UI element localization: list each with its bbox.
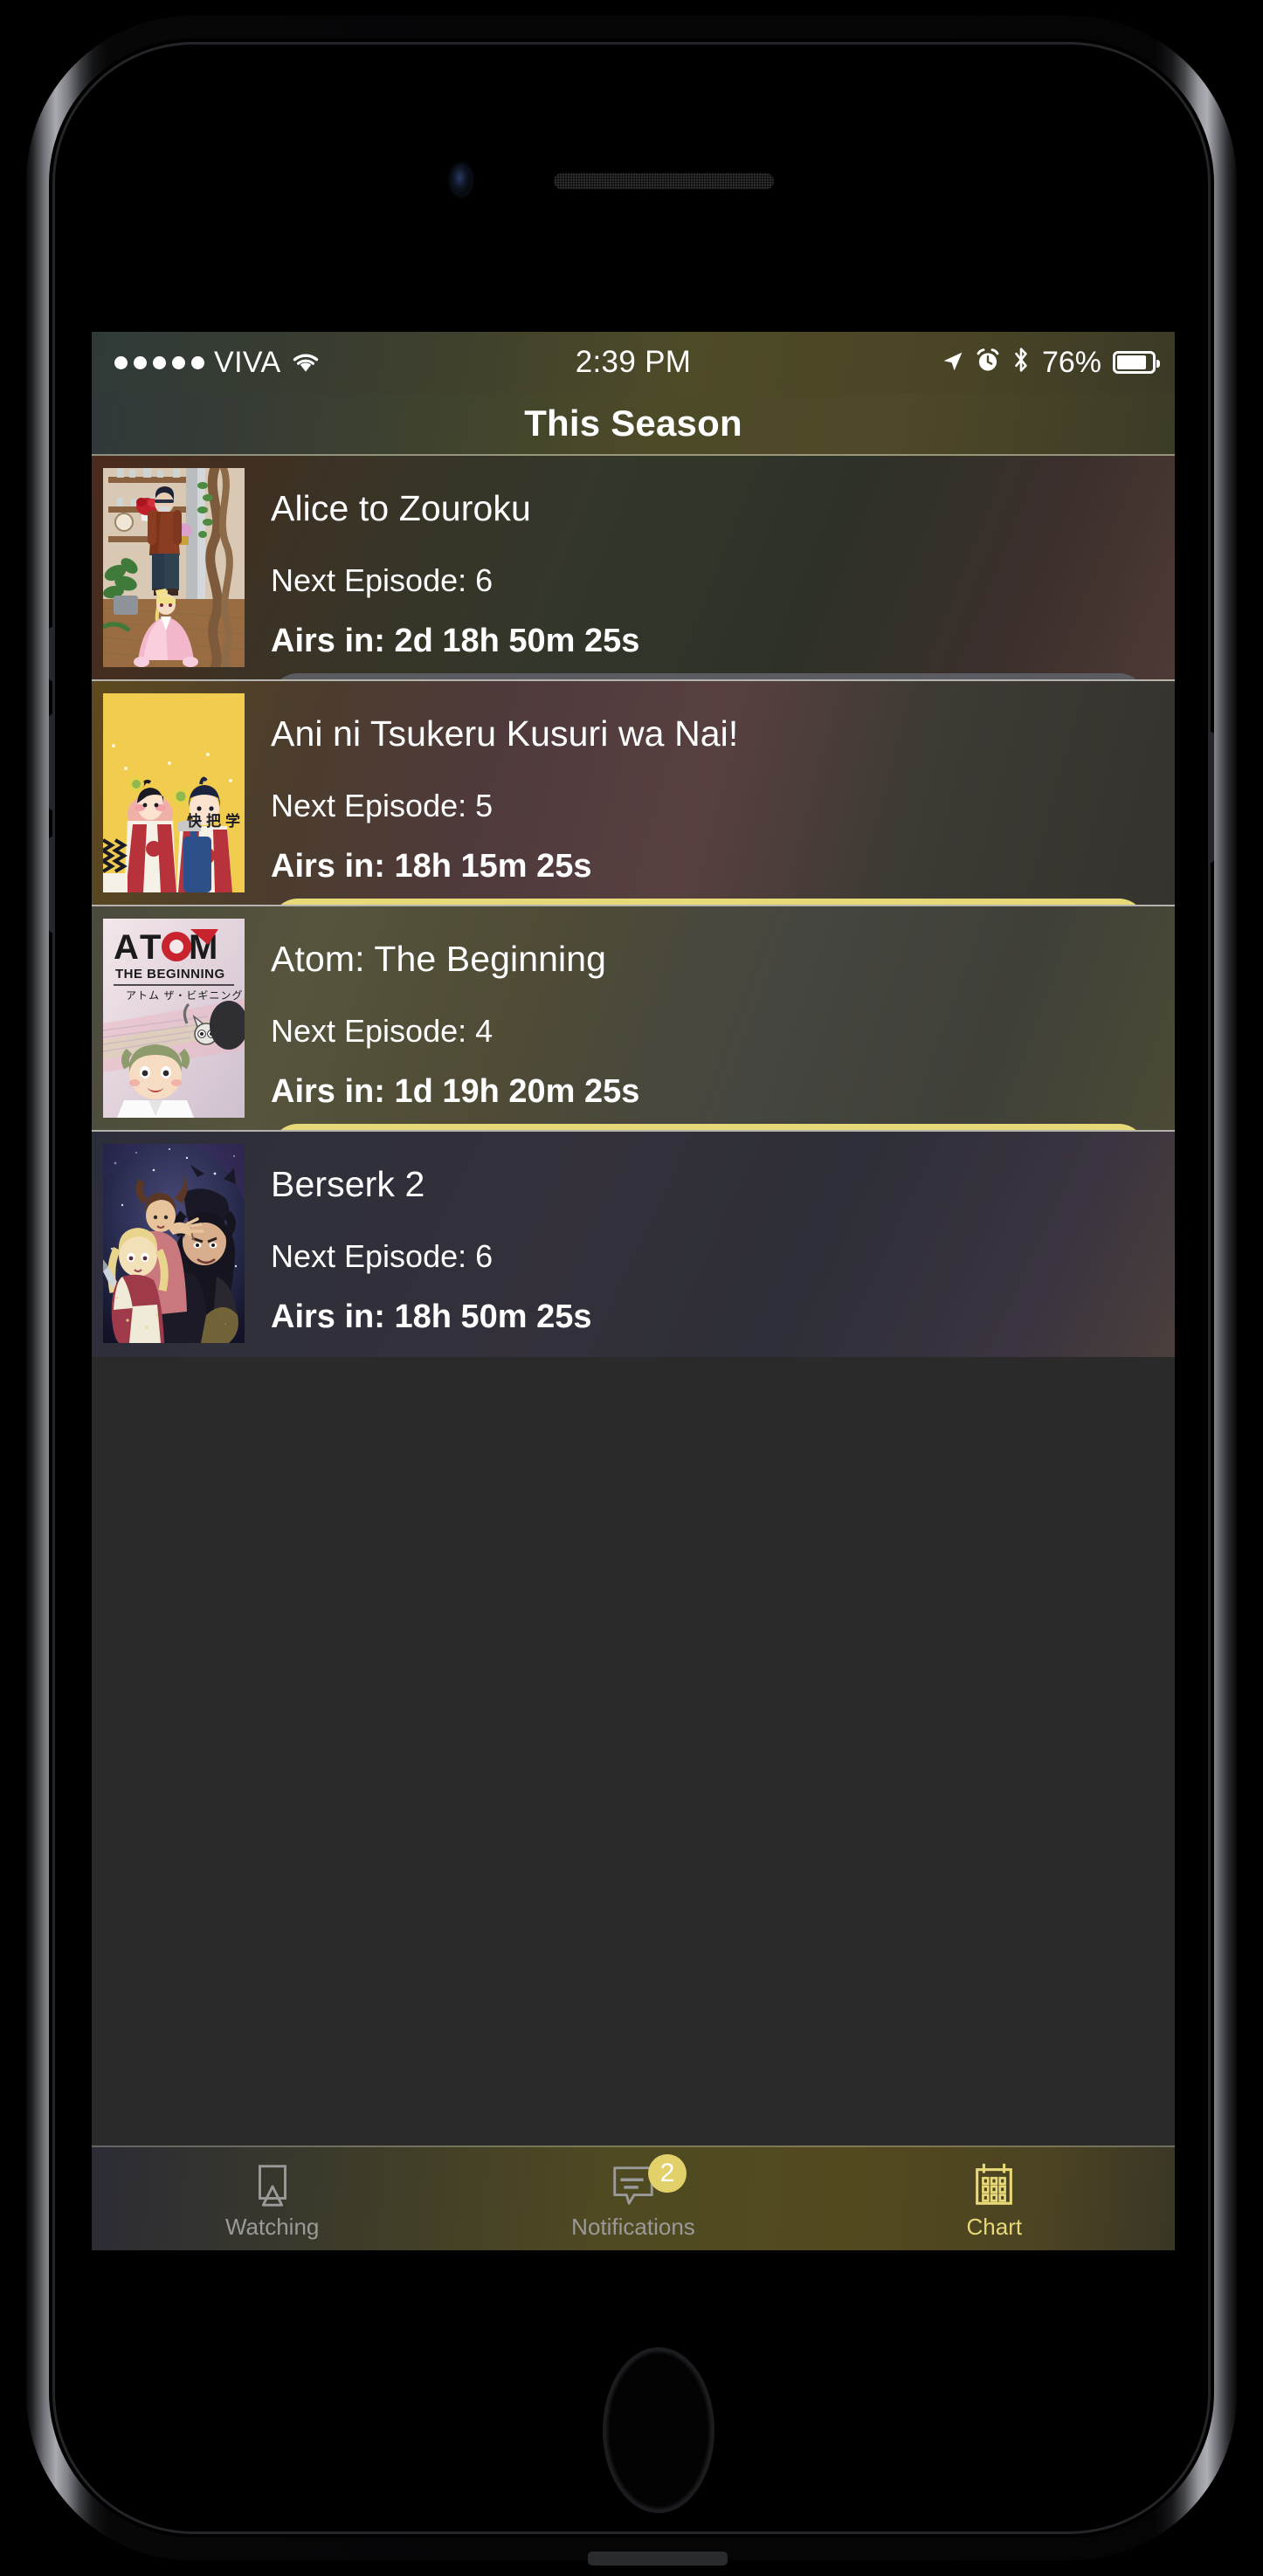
tv-antenna-icon bbox=[247, 2159, 298, 2210]
thumbnail-atom-the-beginning[interactable]: A T M THE BEGINNING アトム ザ・ビギニング bbox=[103, 919, 245, 1118]
svg-text:把: 把 bbox=[206, 812, 221, 830]
next-episode-label: Next Episode: 6 bbox=[271, 1238, 493, 1274]
list-item[interactable]: 快 把 学 Ani ni Tsukeru Kusuri wa Nai! Next… bbox=[92, 681, 1175, 906]
status-bar: VIVA 2:39 PM 76% bbox=[92, 332, 1175, 393]
earpiece-speaker-icon bbox=[554, 173, 774, 189]
show-title: Berserk 2 bbox=[271, 1164, 425, 1204]
next-episode-label: Next Episode: 5 bbox=[271, 788, 493, 823]
show-list[interactable]: Alice to Zouroku Next Episode: 6 Airs in… bbox=[92, 456, 1175, 1357]
airs-in-label: Airs in: 2d 18h 50m 25s bbox=[271, 623, 640, 659]
svg-text:A: A bbox=[114, 928, 138, 967]
airs-in-label: Airs in: 18h 50m 25s bbox=[271, 1298, 592, 1335]
thumbnail-berserk-2[interactable] bbox=[103, 1144, 245, 1343]
svg-text:アトム ザ・ビギニング: アトム ザ・ビギニング bbox=[126, 989, 243, 1002]
mute-switch-button[interactable] bbox=[49, 627, 55, 681]
alarm-clock-icon bbox=[976, 344, 1000, 381]
speech-bubble-icon: 2 bbox=[608, 2154, 687, 2210]
tab-watching[interactable]: Watching bbox=[92, 2147, 452, 2250]
thumbnail-ani-ni-tsukeru-kusuri-wa-nai[interactable]: 快 把 学 bbox=[103, 693, 245, 892]
svg-text:学: 学 bbox=[225, 812, 240, 830]
volume-down-button[interactable] bbox=[49, 714, 55, 810]
lightning-connector bbox=[588, 2552, 728, 2566]
calendar-grid-icon bbox=[969, 2159, 1019, 2210]
home-button[interactable] bbox=[603, 2347, 714, 2513]
status-bar-right: 76% bbox=[942, 344, 1175, 381]
next-episode-label: Next Episode: 6 bbox=[271, 562, 493, 598]
tab-chart[interactable]: Chart bbox=[814, 2147, 1175, 2250]
stop-notifying-button[interactable]: Stop Notifying bbox=[271, 673, 1146, 679]
show-title: Atom: The Beginning bbox=[271, 939, 607, 979]
battery-percentage-label: 76% bbox=[1041, 345, 1101, 379]
row-content: Atom: The Beginning Next Episode: 4 Airs… bbox=[245, 919, 1175, 1130]
airs-in-label: Airs in: 18h 15m 25s bbox=[271, 848, 592, 885]
tab-chart-label: Chart bbox=[966, 2214, 1023, 2240]
bluetooth-icon bbox=[1011, 344, 1031, 381]
page-title: This Season bbox=[524, 403, 742, 444]
tab-bar: Watching 2 Notifications Chart bbox=[92, 2146, 1175, 2250]
notify-me-button[interactable]: Notify Me bbox=[271, 899, 1146, 905]
svg-text:THE BEGINNING: THE BEGINNING bbox=[115, 967, 225, 981]
notification-badge: 2 bbox=[647, 2154, 687, 2193]
list-item[interactable]: Alice to Zouroku Next Episode: 6 Airs in… bbox=[92, 456, 1175, 681]
location-arrow-icon bbox=[942, 344, 964, 381]
next-episode-label: Next Episode: 4 bbox=[271, 1013, 493, 1049]
phone-screen: VIVA 2:39 PM 76% This Season Alice to Zo… bbox=[92, 332, 1175, 2250]
row-content: Ani ni Tsukeru Kusuri wa Nai! Next Episo… bbox=[245, 693, 1175, 905]
list-item[interactable]: A T M THE BEGINNING アトム ザ・ビギニング Atom: Th… bbox=[92, 906, 1175, 1132]
row-content: Berserk 2 Next Episode: 6 Airs in: 18h 5… bbox=[245, 1144, 1175, 1357]
navigation-bar: This Season bbox=[92, 393, 1175, 456]
airs-in-label: Airs in: 1d 19h 20m 25s bbox=[271, 1073, 640, 1110]
volume-up-button[interactable] bbox=[49, 837, 55, 933]
svg-text:T: T bbox=[140, 928, 161, 967]
list-item[interactable]: Berserk 2 Next Episode: 6 Airs in: 18h 5… bbox=[92, 1132, 1175, 1357]
power-button[interactable] bbox=[1208, 732, 1214, 863]
thumbnail-alice-to-zouroku[interactable] bbox=[103, 468, 245, 667]
tab-notifications-label: Notifications bbox=[571, 2214, 695, 2240]
tab-watching-label: Watching bbox=[224, 2214, 320, 2240]
show-title: Ani ni Tsukeru Kusuri wa Nai! bbox=[271, 713, 739, 754]
battery-icon bbox=[1113, 351, 1160, 374]
notify-me-button[interactable]: Notify Me bbox=[271, 1124, 1146, 1130]
tab-notifications[interactable]: 2 Notifications bbox=[452, 2147, 813, 2250]
row-content: Alice to Zouroku Next Episode: 6 Airs in… bbox=[245, 468, 1175, 679]
front-camera-icon bbox=[452, 165, 471, 195]
show-title: Alice to Zouroku bbox=[271, 488, 531, 528]
svg-text:快: 快 bbox=[187, 812, 203, 830]
